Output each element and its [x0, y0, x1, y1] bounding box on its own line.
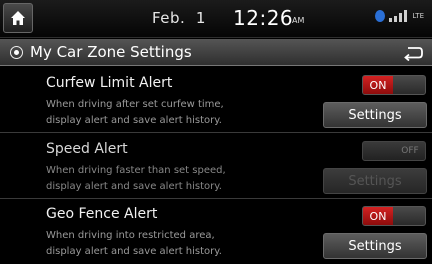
item-title: Curfew Limit Alert — [46, 75, 173, 91]
item-description-line: display alert and save alert history. — [46, 246, 222, 257]
home-button[interactable] — [3, 3, 33, 33]
back-button[interactable] — [400, 42, 426, 63]
date-display: Feb. 1 — [152, 9, 206, 27]
home-icon — [11, 11, 25, 25]
ampm-label: AM — [292, 16, 305, 25]
status-icons: LTE — [375, 10, 424, 22]
list-item-curfew-limit-alert: Curfew Limit Alert When driving after se… — [0, 67, 432, 133]
item-description-line: When driving after set curfew time, — [46, 99, 224, 110]
toggle-off-label: OFF — [401, 146, 419, 156]
toggle-on-label: ON — [363, 76, 393, 94]
item-description-line: display alert and save alert history. — [46, 115, 222, 126]
list-item-geo-fence-alert: Geo Fence Alert When driving into restri… — [0, 198, 432, 264]
item-title: Geo Fence Alert — [46, 206, 158, 222]
geo-fence-settings-button[interactable]: Settings — [323, 233, 427, 259]
network-label: LTE — [412, 12, 424, 20]
item-description: When driving after set curfew time, disp… — [46, 97, 306, 129]
speed-settings-button[interactable]: Settings — [323, 168, 427, 194]
geo-fence-alert-toggle[interactable]: ON — [362, 206, 426, 226]
status-bar: Feb. 1 12:26 AM LTE — [0, 0, 432, 38]
item-description: When driving faster than set speed, disp… — [46, 163, 306, 195]
curfew-settings-button[interactable]: Settings — [323, 102, 427, 128]
radio-icon — [10, 46, 23, 59]
item-description-line: When driving into restricted area, — [46, 230, 215, 241]
item-description: When driving into restricted area, displ… — [46, 228, 306, 260]
title-bar: My Car Zone Settings — [0, 39, 432, 66]
speed-alert-toggle[interactable]: OFF — [362, 141, 426, 161]
item-description-line: When driving faster than set speed, — [46, 165, 226, 176]
page-title: My Car Zone Settings — [30, 43, 192, 61]
bluetooth-icon — [375, 10, 386, 22]
toggle-on-label: ON — [363, 207, 393, 225]
item-description-line: display alert and save alert history. — [46, 181, 222, 192]
clock-display: 12:26 — [233, 6, 294, 30]
signal-icon — [389, 10, 408, 22]
settings-list: Curfew Limit Alert When driving after se… — [0, 67, 432, 264]
back-icon — [404, 46, 423, 61]
list-item-speed-alert: Speed Alert When driving faster than set… — [0, 133, 432, 199]
curfew-alert-toggle[interactable]: ON — [362, 75, 426, 95]
item-title: Speed Alert — [46, 141, 128, 157]
